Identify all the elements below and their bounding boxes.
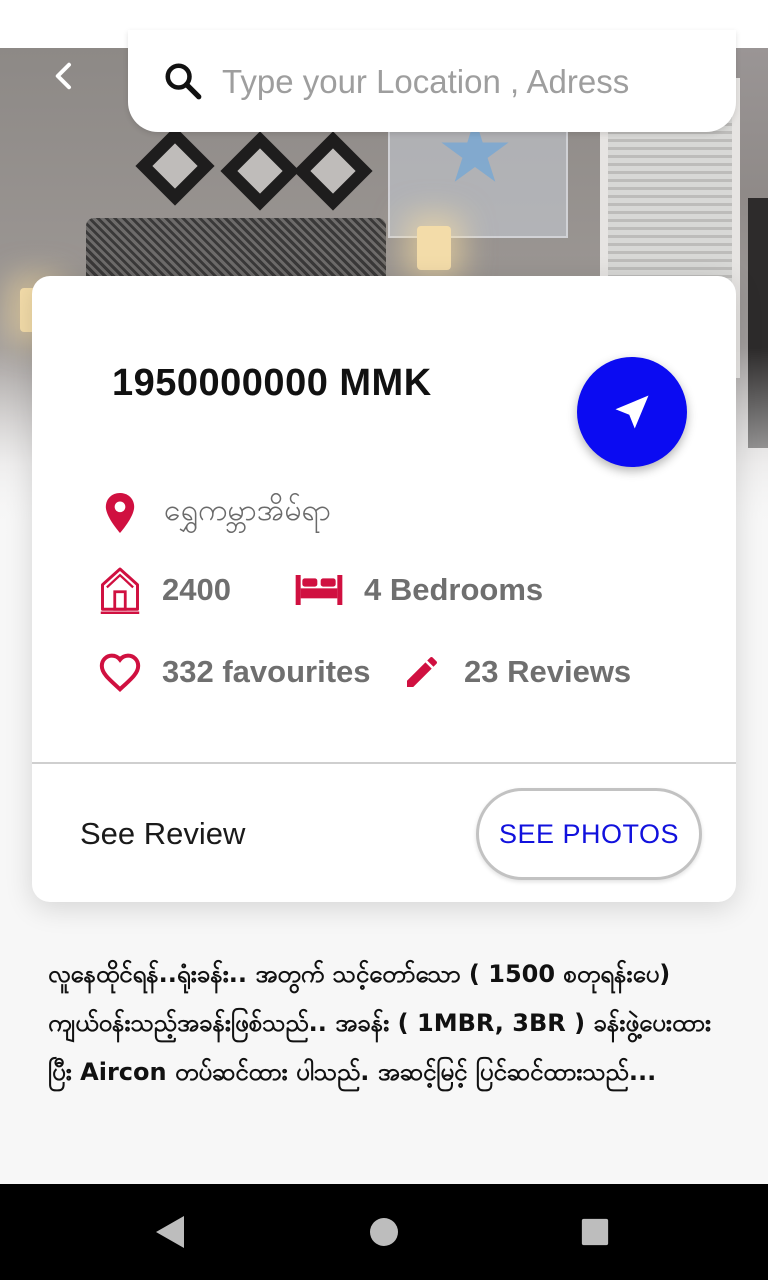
square-recents-icon [581,1218,609,1246]
property-area: 2400 [162,572,231,607]
pencil-icon[interactable] [400,650,444,694]
property-bedrooms: 4 Bedrooms [364,572,544,607]
property-bedrooms-row: 4 Bedrooms [294,568,543,612]
search-icon [165,63,202,100]
chevron-left-icon [55,62,71,90]
property-area-row: 2400 [98,567,231,614]
property-location: ရွှေကမ္ဘာအိမ်ရာ [164,493,332,528]
heart-icon[interactable] [98,650,142,694]
navigation-arrow-icon [615,395,649,429]
navigate-button[interactable] [577,357,687,467]
house-icon [98,567,142,614]
location-search-input[interactable] [222,63,722,101]
property-favourites-row: 332 favourites [98,650,371,694]
system-navigation-bar [0,1184,768,1280]
property-location-row: ရွှေကမ္ဘာအိမ်ရာ [98,490,331,535]
triangle-back-icon [156,1216,184,1248]
see-photos-button[interactable]: SEE PHOTOS [476,788,702,880]
bed-icon [294,568,344,612]
back-button[interactable] [40,52,88,100]
circle-home-icon [370,1218,398,1246]
see-review-button[interactable]: See Review [80,816,245,852]
location-search-bar[interactable] [128,30,736,132]
property-reviews-row: 23 Reviews [400,650,631,694]
nav-home-button[interactable] [354,1202,414,1262]
nav-recents-button[interactable] [565,1202,625,1262]
property-favourites: 332 favourites [162,654,371,689]
map-pin-icon [98,491,142,535]
property-reviews: 23 Reviews [464,654,632,689]
nav-back-button[interactable] [140,1202,200,1262]
property-card: 1950000000 MMK ရွှေကမ္ဘာအိမ်ရာ 2400 4 Be… [32,276,736,902]
property-price: 1950000000 MMK [112,362,432,404]
hero-lamp [417,226,451,270]
property-description: လူနေထိုင်ရန်..ရုံးခန်း.. အတွက် သင့်တော်သ… [48,960,712,1086]
card-divider [32,762,736,764]
